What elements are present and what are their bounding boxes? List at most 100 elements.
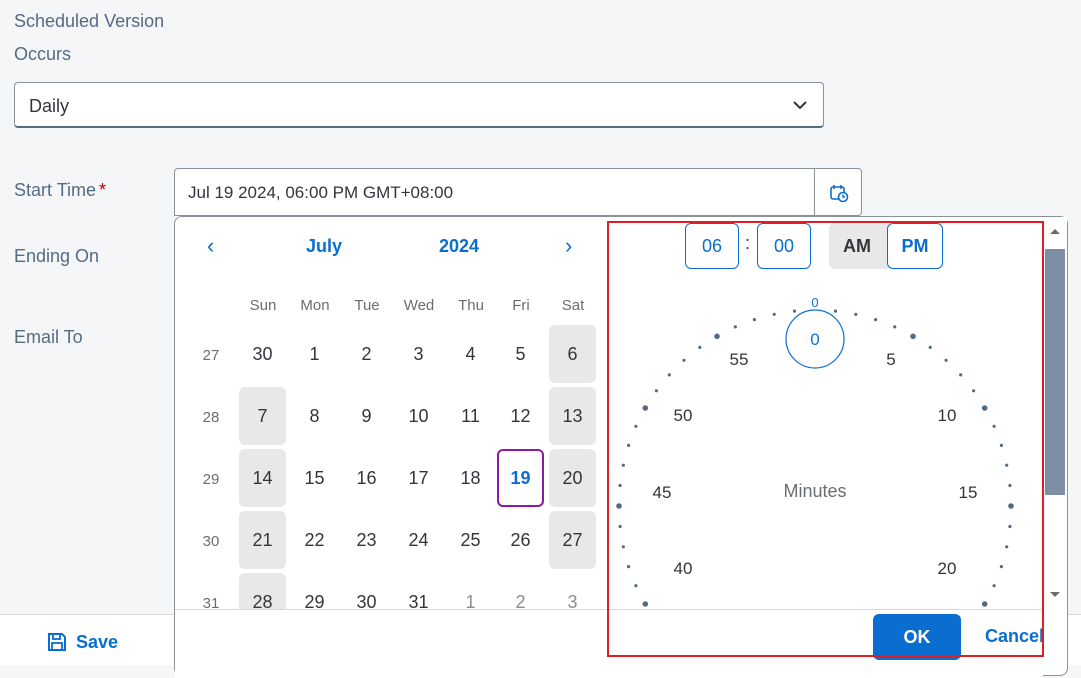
week-number: 30 [202, 533, 220, 550]
day-cell[interactable]: 2 [497, 573, 544, 609]
weekday-label: Sun [249, 297, 277, 314]
day-cell[interactable]: 16 [343, 449, 390, 507]
start-time-label: Start Time * [14, 180, 106, 201]
chevron-down-icon [793, 101, 807, 110]
day-cell-selected[interactable]: 19 [497, 449, 544, 507]
am-pm-toggle: AM PM [829, 223, 943, 269]
minute-tick [621, 545, 625, 549]
scroll-down-icon[interactable] [1043, 587, 1067, 603]
weekday-label: Thu [458, 297, 484, 314]
day-cell[interactable]: 15 [291, 449, 338, 507]
day-cell[interactable]: 27 [549, 511, 596, 569]
day-cell[interactable]: 24 [395, 511, 442, 569]
minute-label[interactable]: 5 [886, 350, 895, 369]
minute-label[interactable]: 20 [938, 559, 957, 578]
minute-tick [1005, 545, 1009, 549]
am-button[interactable]: AM [829, 223, 885, 269]
date-time-picker-button[interactable] [814, 168, 862, 216]
week-number: 28 [202, 409, 220, 426]
month-button[interactable]: July [306, 236, 342, 257]
calendar-panel: ‹ July 2024 › Sun Mon Tue Wed Thu Fri Sa… [175, 217, 607, 609]
date-time-popover: ‹ July 2024 › Sun Mon Tue Wed Thu Fri Sa… [174, 216, 1068, 678]
minute-label[interactable]: 40 [674, 559, 693, 578]
minute-tick [959, 373, 963, 377]
minute-tick [772, 312, 776, 316]
minute-label[interactable]: 10 [938, 406, 957, 425]
day-cell[interactable]: 18 [447, 449, 494, 507]
day-cell[interactable]: 9 [343, 387, 390, 445]
minutes-clock[interactable]: 0 0 Minutes 55 5 50 10 45 15 40 20 [609, 287, 1037, 609]
save-label: Save [76, 631, 119, 652]
start-time-value: Jul 19 2024, 06:00 PM GMT+08:00 [188, 183, 454, 202]
week-number: 31 [202, 595, 220, 609]
minute-tick [874, 318, 878, 322]
day-cell[interactable]: 2 [343, 325, 390, 383]
start-time-input[interactable]: Jul 19 2024, 06:00 PM GMT+08:00 [174, 168, 816, 216]
day-cell[interactable]: 6 [549, 325, 596, 383]
required-mark: * [99, 180, 107, 200]
scrollbar-thumb[interactable] [1045, 249, 1065, 495]
day-cell[interactable]: 14 [239, 449, 286, 507]
day-cell[interactable]: 12 [497, 387, 544, 445]
selected-minute-value: 0 [810, 330, 819, 349]
minute-tick [972, 389, 976, 393]
minute-label[interactable]: 45 [653, 483, 672, 502]
ending-on-label: Ending On [14, 246, 100, 266]
minute-tick [1008, 524, 1012, 529]
hour-input[interactable]: 06 [685, 223, 739, 269]
day-cell[interactable]: 26 [497, 511, 544, 569]
day-cell[interactable]: 1 [291, 325, 338, 383]
day-cell[interactable]: 29 [291, 573, 338, 609]
save-icon [48, 633, 66, 651]
minute-tick [634, 424, 638, 428]
pm-button[interactable]: PM [887, 223, 943, 269]
weekday-label: Tue [354, 297, 380, 314]
year-button[interactable]: 2024 [439, 236, 479, 257]
weekday-label: Fri [512, 297, 530, 314]
day-cell[interactable]: 1 [447, 573, 494, 609]
ok-button[interactable]: OK [873, 614, 961, 660]
day-cell[interactable]: 20 [549, 449, 596, 507]
day-cell[interactable]: 21 [239, 511, 286, 569]
day-cell[interactable]: 11 [447, 387, 494, 445]
day-cell[interactable]: 22 [291, 511, 338, 569]
day-cell[interactable]: 8 [291, 387, 338, 445]
occurs-select[interactable]: Daily [14, 82, 824, 128]
day-cell[interactable]: 25 [447, 511, 494, 569]
minute-tick [792, 309, 797, 313]
day-cell[interactable]: 28 [239, 573, 286, 609]
minute-tick [999, 565, 1003, 569]
day-cell[interactable]: 30 [239, 325, 286, 383]
scroll-up-icon[interactable] [1043, 223, 1067, 239]
time-separator: : [745, 233, 751, 253]
day-cell[interactable]: 10 [395, 387, 442, 445]
day-cell[interactable]: 23 [343, 511, 390, 569]
minute-tick [634, 584, 638, 588]
minute-label[interactable]: 55 [730, 350, 749, 369]
minute-tick [944, 358, 948, 362]
day-cell[interactable]: 17 [395, 449, 442, 507]
day-cell[interactable]: 31 [395, 573, 442, 609]
next-month-icon[interactable]: › [565, 233, 572, 259]
day-cell[interactable]: 30 [343, 573, 390, 609]
minute-tick [1008, 483, 1012, 488]
occurs-label: Occurs [14, 44, 72, 64]
day-cell[interactable]: 4 [447, 325, 494, 383]
minute-tick [981, 405, 988, 411]
minute-input[interactable]: 00 [757, 223, 811, 269]
cancel-button[interactable]: Cancel [985, 626, 1044, 647]
day-cell[interactable]: 7 [239, 387, 286, 445]
save-button[interactable]: Save [46, 631, 118, 653]
prev-month-icon[interactable]: ‹ [207, 233, 214, 259]
day-cell[interactable]: 13 [549, 387, 596, 445]
day-cell[interactable]: 3 [549, 573, 596, 609]
week-number: 27 [202, 347, 220, 364]
minute-tick [992, 584, 996, 588]
minute-tick [698, 345, 702, 349]
minute-label[interactable]: 15 [959, 483, 978, 502]
day-cell[interactable]: 5 [497, 325, 544, 383]
popover-scrollbar[interactable] [1043, 217, 1067, 609]
day-cell[interactable]: 3 [395, 325, 442, 383]
minute-label[interactable]: 50 [674, 406, 693, 425]
minute-tick [616, 503, 622, 509]
